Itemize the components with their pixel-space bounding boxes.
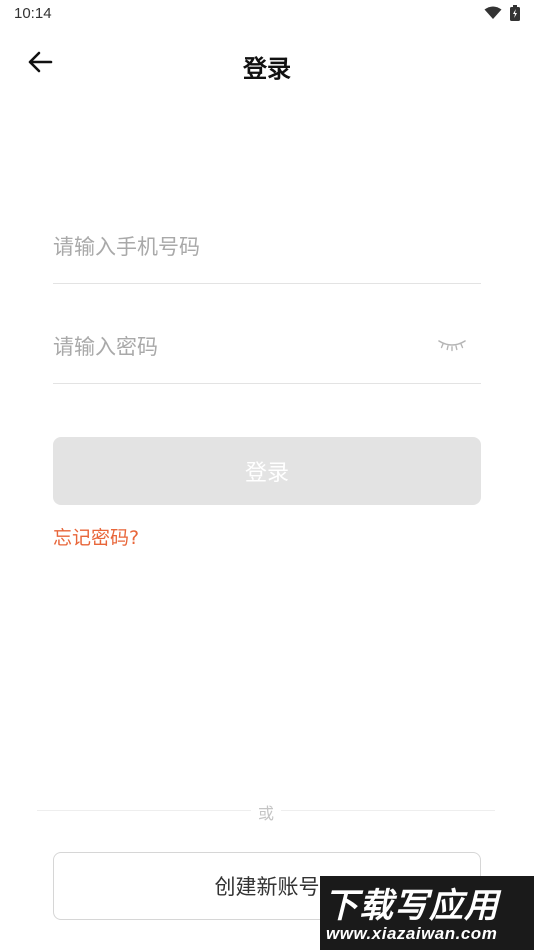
or-divider: 或	[37, 798, 495, 823]
forgot-password-link[interactable]: 忘记密码?	[53, 523, 139, 550]
watermark-main-text: 下载写应用	[324, 886, 499, 926]
phone-input[interactable]	[53, 229, 413, 265]
password-field	[53, 315, 481, 384]
divider-label: 或	[257, 804, 274, 823]
page-title: 登录	[243, 55, 291, 83]
status-time: 10:14	[14, 5, 52, 22]
wifi-icon	[484, 6, 502, 20]
watermark-url: www.xiazaiwan.com	[326, 924, 498, 943]
login-button[interactable]: 登录	[53, 437, 481, 505]
status-bar: 10:14	[0, 0, 534, 28]
password-input[interactable]	[53, 329, 413, 365]
phone-field	[53, 215, 481, 284]
nav-bar: 登录	[0, 36, 534, 92]
battery-icon	[510, 5, 520, 21]
eye-closed-icon[interactable]	[437, 335, 467, 355]
divider-line-right	[281, 810, 495, 811]
watermark-logo: 下载写应用 www.xiazaiwan.com	[320, 876, 534, 950]
status-icons	[484, 5, 520, 21]
